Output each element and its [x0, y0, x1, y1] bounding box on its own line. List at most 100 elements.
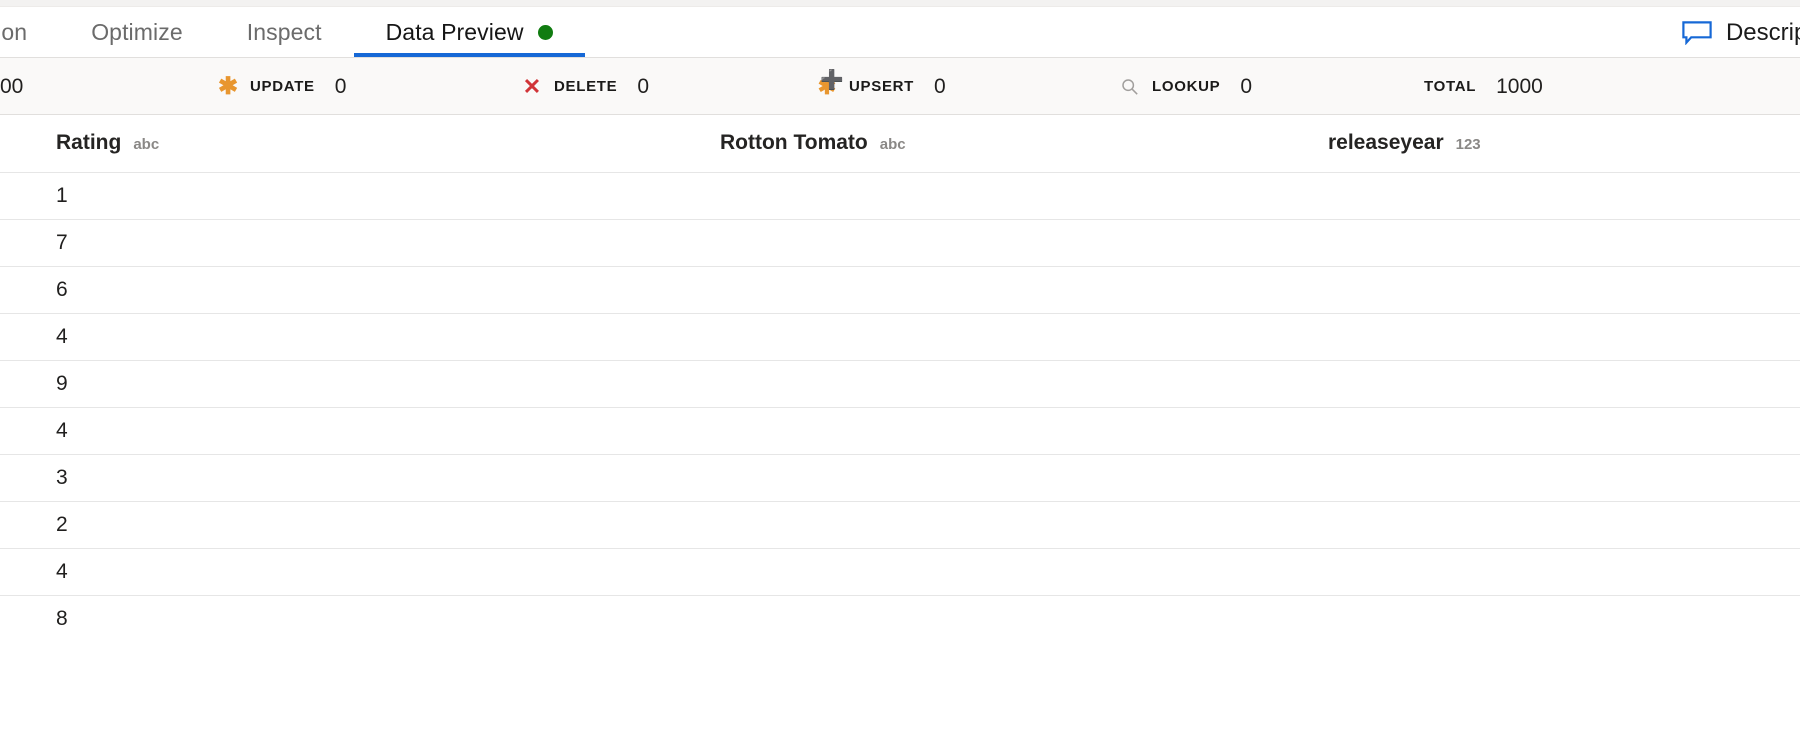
table-row[interactable]: 1 5420197/partdata/releaseyear=2019/…	[0, 172, 1800, 219]
column-header-month[interactable]: Month 123	[970, 115, 1276, 172]
cell-myfile: /partdata/releaseyear=2019/…	[1276, 407, 1800, 454]
stat-update[interactable]: ✱ UPDATE 0	[217, 58, 347, 115]
tab-list: jection Optimize Inspect Data Preview	[0, 7, 585, 57]
stat-delete-value: 0	[637, 74, 650, 98]
stat-upsert-label: UPSERT	[849, 78, 915, 95]
stat-upsert[interactable]: ✱ ➕ UPSERT 0	[816, 58, 946, 115]
table-row[interactable]: 78020197/partdata/releaseyear=2019/…	[0, 219, 1800, 266]
cell-month: 7	[970, 548, 1276, 595]
cell-myfile: /partdata/releaseyear=2019/…	[1276, 172, 1800, 219]
asterisk-plus-icon: ✱ ➕	[817, 69, 844, 99]
cell-rotton-tomato: 80	[360, 219, 664, 266]
table-row[interactable]: 9 9220197/partdata/releaseyear=2019/…	[0, 360, 1800, 407]
column-name: Rotton Tomato	[720, 131, 868, 155]
cell-rotton-tomato: 50	[360, 595, 664, 642]
tab-label: Data Preview	[385, 18, 524, 45]
cell-releaseyear: 2019	[664, 266, 970, 313]
cell-releaseyear: 2019	[664, 548, 970, 595]
cell-rating: 3	[56, 465, 68, 489]
tab-bar-actions: Description	[1682, 7, 1800, 58]
stat-total-value: 1000	[1496, 74, 1543, 98]
tab-label: Optimize	[91, 18, 183, 45]
cell-myfile: /partdata/releaseyear=2019/…	[1276, 219, 1800, 266]
x-icon: ✕	[522, 73, 542, 99]
cell-rotton-tomato: 59	[360, 407, 664, 454]
stat-insert-value: 00	[0, 74, 24, 98]
description-button[interactable]: Description	[1682, 19, 1800, 47]
column-type-abc-icon: abc	[133, 136, 160, 154]
table-header-row: Rating abc Rotton Tomato abc releaseyear	[0, 115, 1800, 172]
table-row[interactable]: 3 8320197/partdata/releaseyear=2019/…	[0, 454, 1800, 501]
cell-month: 7	[970, 313, 1276, 360]
table-row[interactable]: 6 9220197/partdata/releaseyear=2019/…	[0, 266, 1800, 313]
cell-myfile: /partdata/releaseyear=2019/…	[1276, 313, 1800, 360]
description-label: Description	[1725, 18, 1800, 46]
table-row[interactable]: 2 6320197/partdata/releaseyear=2019/…	[0, 501, 1800, 548]
stat-upsert-value: 0	[934, 74, 946, 98]
cell-releaseyear: 2019	[664, 219, 970, 266]
cell-releaseyear: 2019	[664, 313, 970, 360]
cell-releaseyear: 2019	[664, 172, 970, 219]
data-grid-scroll-area[interactable]: Rating abc Rotton Tomato abc releaseyear	[0, 115, 1800, 751]
stat-delete-label: DELETE	[554, 78, 618, 95]
cell-month: 7	[970, 266, 1276, 313]
tab-data-preview[interactable]: Data Preview	[353, 7, 585, 57]
cell-month: 7	[970, 454, 1276, 501]
table-row[interactable]: 4 6320197/partdata/releaseyear=2019/…	[0, 548, 1800, 595]
cell-month: 7	[970, 360, 1276, 407]
cell-rotton-tomato: 63	[360, 548, 664, 595]
cell-month: 7	[970, 407, 1276, 454]
cell-rating: 4	[56, 418, 68, 442]
cell-rating: 9	[56, 371, 68, 395]
cell-rotton-tomato: 54	[360, 172, 664, 219]
stat-total[interactable]: TOTAL 1000	[1424, 58, 1543, 115]
stat-delete[interactable]: ✕ DELETE 0	[521, 58, 649, 115]
data-preview-table: Rating abc Rotton Tomato abc releaseyear	[0, 115, 1800, 642]
table-body: 15420197/partdata/releaseyear=2019/…7802…	[0, 172, 1800, 642]
cell-myfile: /partdata/releaseyear=2019/…	[1276, 548, 1800, 595]
cell-rating: 6	[56, 277, 68, 301]
tab-label: jection	[0, 18, 28, 45]
cell-releaseyear: 2019	[664, 407, 970, 454]
table-row[interactable]: 4 5920197/partdata/releaseyear=2019/…	[0, 407, 1800, 454]
cell-releaseyear: 2019	[664, 454, 970, 501]
column-header-rotton-tomato[interactable]: Rotton Tomato abc	[360, 115, 906, 172]
stat-lookup-label: LOOKUP	[1152, 78, 1221, 95]
table-header: Rating abc Rotton Tomato abc releaseyear	[0, 115, 1800, 172]
cell-rotton-tomato: 82	[360, 313, 664, 360]
cell-rating: 4	[56, 324, 68, 348]
panel-top-strip	[0, 0, 1800, 7]
column-header-rating[interactable]: Rating abc	[0, 115, 360, 172]
stat-lookup[interactable]: LOOKUP 0	[1119, 58, 1252, 115]
cell-myfile: /partdata/releaseyear=2019/…	[1276, 360, 1800, 407]
cell-rating: 2	[56, 512, 68, 536]
tab-inspect[interactable]: Inspect	[215, 7, 354, 57]
tab-optimize[interactable]: Optimize	[59, 7, 215, 57]
cell-rotton-tomato: 83	[360, 454, 664, 501]
stat-total-label: TOTAL	[1424, 78, 1477, 95]
table-row[interactable]: 8 5020197/partdata/releaseyear=2019/…	[0, 595, 1800, 642]
asterisk-icon: ✱	[217, 72, 239, 100]
stat-insert[interactable]: 00	[0, 58, 23, 115]
tab-label: Inspect	[246, 18, 322, 45]
comment-icon	[1682, 20, 1712, 45]
column-type-123-icon: 123	[1455, 136, 1481, 154]
cell-myfile: /partdata/releaseyear=2019/…	[1276, 266, 1800, 313]
cell-rotton-tomato: 92	[360, 360, 664, 407]
status-dot-icon	[537, 24, 553, 40]
stat-update-value: 0	[334, 74, 347, 98]
cell-month: 7	[970, 172, 1276, 219]
search-icon	[1119, 76, 1141, 98]
row-stats-bar: 00 ✱ UPDATE 0 ✕ DELETE 0 ✱ ➕ UPSERT 0 LO…	[0, 58, 1800, 115]
data-preview-panel: jection Optimize Inspect Data Preview De…	[0, 0, 1800, 751]
cell-rating: 8	[56, 606, 68, 630]
cell-rotton-tomato: 63	[360, 501, 664, 548]
stat-lookup-value: 0	[1240, 74, 1253, 98]
cell-month: 7	[970, 595, 1276, 642]
table-row[interactable]: 4 8220197/partdata/releaseyear=2019/…	[0, 313, 1800, 360]
cell-myfile: /partdata/releaseyear=2019/…	[1276, 454, 1800, 501]
column-type-abc-icon: abc	[879, 136, 906, 154]
column-name: Rating	[56, 131, 122, 155]
cell-rotton-tomato: 92	[360, 266, 664, 313]
tab-projection[interactable]: jection	[0, 7, 59, 57]
